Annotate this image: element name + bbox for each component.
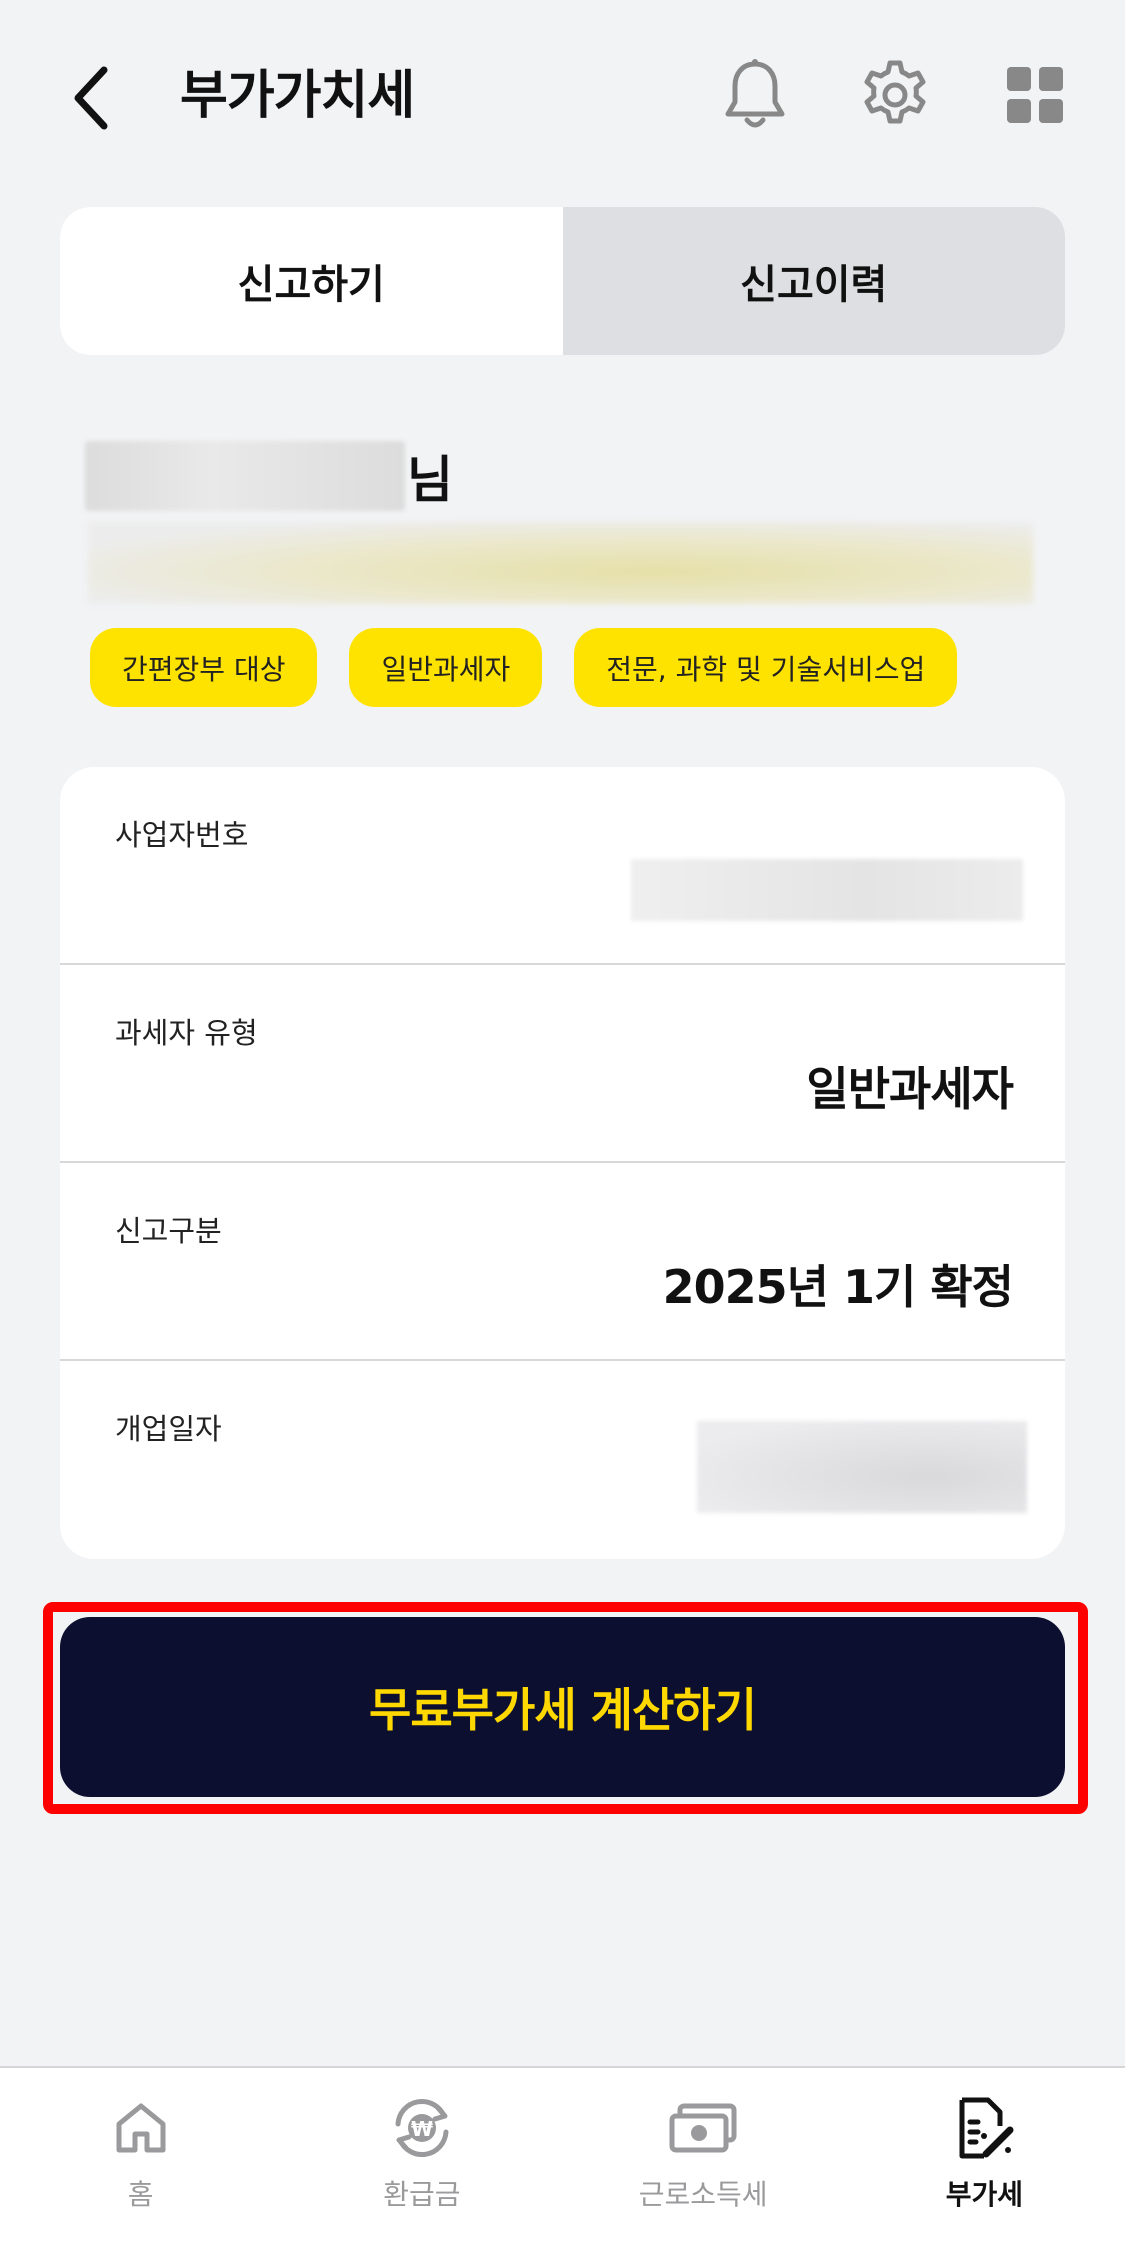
nav-item-refund[interactable]: ₩ 환급금 [281,2068,562,2256]
info-label: 신고구분 [115,1214,222,1248]
segmented-tabs: 신고하기 신고이력 [60,207,1065,355]
nav-item-income-tax[interactable]: 근로소득세 [563,2068,844,2256]
name-suffix: 님 [407,451,453,509]
info-label: 개업일자 [115,1412,222,1446]
nav-item-home[interactable]: 홈 [0,2068,281,2256]
chevron-left-icon[interactable] [70,66,110,130]
info-row-taxpayer-type: 과세자 유형 일반과세자 [60,965,1065,1163]
tag-chip: 일반과세자 [349,628,543,707]
bell-icon[interactable] [722,58,788,132]
business-tags: 간편장부 대상 일반과세자 전문, 과학 및 기술서비스업 [90,628,958,707]
redacted-user-name [85,441,405,511]
cash-icon [669,2103,737,2153]
redacted-business-number [631,859,1023,921]
document-edit-icon [959,2097,1014,2159]
nav-label: 근로소득세 [638,2178,768,2211]
back-button[interactable] [60,58,120,138]
nav-label: 환급금 [383,2178,461,2211]
info-row-business-number: 사업자번호 [60,767,1065,965]
redacted-opening-date [697,1421,1027,1513]
tag-chip: 전문, 과학 및 기술서비스업 [574,628,958,707]
gear-icon[interactable] [859,59,931,131]
redacted-business-info [88,522,1033,604]
grid-icon[interactable] [1007,67,1063,123]
business-info-card: 사업자번호 과세자 유형 일반과세자 신고구분 2025년 1기 확정 개업일자 [60,767,1065,1559]
info-value: 2025년 1기 확정 [662,1260,1014,1314]
notification-button[interactable] [715,55,795,135]
info-label: 사업자번호 [115,818,249,852]
free-vat-calculate-button[interactable]: 무료부가세 계산하기 [60,1617,1065,1797]
menu-button[interactable] [995,55,1075,135]
settings-button[interactable] [855,55,935,135]
tag-chip: 간편장부 대상 [90,628,318,707]
refund-won-icon: ₩ [395,2098,449,2158]
info-row-opening-date: 개업일자 [60,1361,1065,1559]
nav-label: 홈 [127,2178,154,2211]
svg-text:₩: ₩ [411,2117,433,2141]
user-greeting: 님 [85,440,453,512]
info-label: 과세자 유형 [115,1016,258,1050]
nav-item-vat[interactable]: 부가세 [844,2068,1125,2256]
bottom-navigation: 홈 ₩ 환급금 근로소득세 부가세 [0,2066,1125,2256]
nav-label: 부가세 [945,2178,1024,2211]
tab-file-report[interactable]: 신고하기 [60,207,563,355]
tab-report-history[interactable]: 신고이력 [563,207,1066,355]
page-title: 부가가치세 [180,66,415,126]
info-row-filing-type: 신고구분 2025년 1기 확정 [60,1163,1065,1361]
header: 부가가치세 [0,0,1125,190]
info-value: 일반과세자 [806,1062,1014,1116]
home-icon [116,2103,166,2153]
